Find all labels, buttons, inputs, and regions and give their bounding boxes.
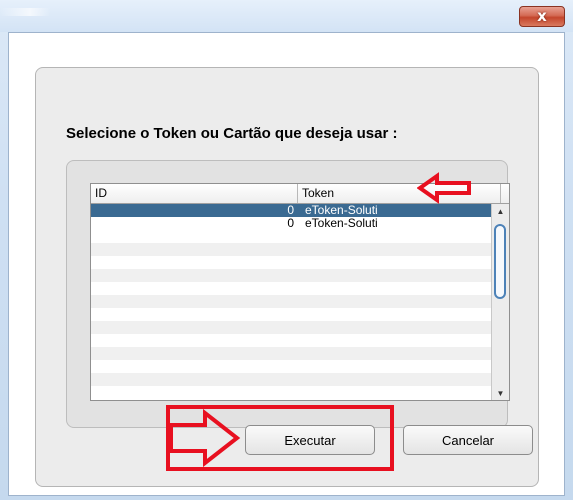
empty-row bbox=[91, 321, 491, 334]
cancel-button[interactable]: Cancelar bbox=[403, 425, 533, 455]
empty-row bbox=[91, 256, 491, 269]
close-button[interactable]: x bbox=[519, 6, 565, 27]
close-icon: x bbox=[537, 7, 547, 25]
empty-row bbox=[91, 308, 491, 321]
dialog-prompt: Selecione o Token ou Cartão que deseja u… bbox=[66, 125, 398, 142]
empty-row bbox=[91, 386, 491, 399]
empty-row bbox=[91, 360, 491, 373]
empty-row bbox=[91, 282, 491, 295]
cell-id: 0 bbox=[287, 203, 294, 217]
empty-row bbox=[91, 373, 491, 386]
cell-id: 0 bbox=[287, 216, 294, 230]
empty-row bbox=[91, 334, 491, 347]
empty-row bbox=[91, 347, 491, 360]
title-bar[interactable]: x bbox=[0, 0, 573, 32]
annotation-arrow-left-icon bbox=[417, 172, 471, 204]
empty-row bbox=[91, 295, 491, 308]
annotation-arrow-right-icon bbox=[169, 409, 241, 467]
title-bar-highlight bbox=[0, 8, 50, 16]
column-header-corner bbox=[501, 184, 509, 203]
column-header-id[interactable]: ID bbox=[91, 184, 298, 203]
vertical-scrollbar[interactable]: ▲ ▼ bbox=[491, 204, 509, 400]
empty-row bbox=[91, 269, 491, 282]
table-body: 0 eToken-Soluti 0 eToken-Soluti bbox=[91, 204, 491, 400]
cell-token: eToken-Soluti bbox=[305, 216, 378, 230]
table-row[interactable]: 0 eToken-Soluti bbox=[91, 217, 491, 230]
scroll-thumb[interactable] bbox=[494, 224, 506, 299]
scroll-up-icon[interactable]: ▲ bbox=[492, 204, 509, 218]
scroll-down-icon[interactable]: ▼ bbox=[492, 386, 509, 400]
token-table: ID Token 0 eToken-Soluti 0 eToken-Soluti bbox=[90, 183, 510, 401]
window-frame: x Selecione o Token ou Cartão que deseja… bbox=[0, 0, 573, 500]
empty-row bbox=[91, 243, 491, 256]
empty-row bbox=[91, 230, 491, 243]
